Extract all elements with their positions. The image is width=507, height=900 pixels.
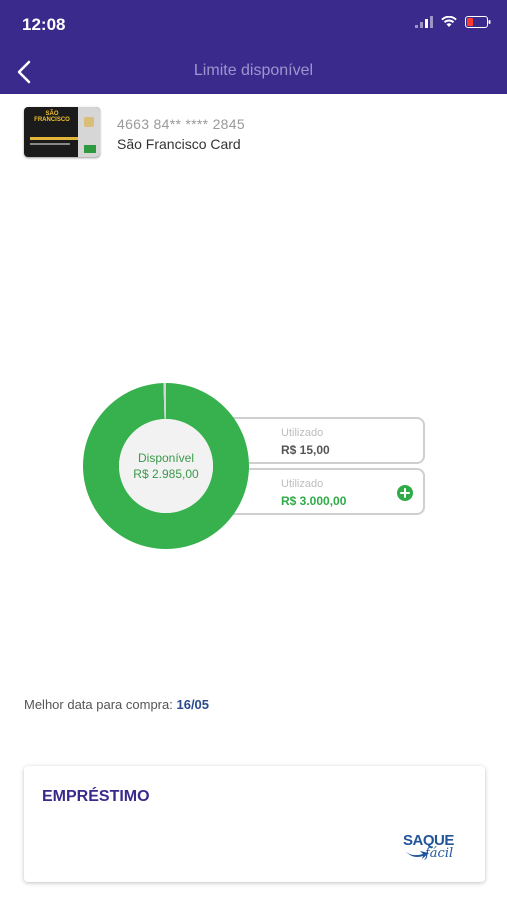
used-value: R$ 15,00 xyxy=(281,443,330,457)
signal-icon xyxy=(415,16,433,28)
loan-title: EMPRÉSTIMO xyxy=(42,788,150,805)
best-date-value: 16/05 xyxy=(176,697,210,712)
increase-limit-button[interactable] xyxy=(397,485,413,501)
card-brand-text: SÃO FRANCISCO xyxy=(34,111,70,123)
card-summary: SÃO FRANCISCO 4663 84** **** 2845 São Fr… xyxy=(24,107,484,159)
donut-center: Disponível R$ 2.985,00 xyxy=(119,419,213,513)
card-name: São Francisco Card xyxy=(117,136,241,152)
status-icons xyxy=(415,16,491,28)
plus-icon xyxy=(400,488,410,498)
loan-card[interactable]: EMPRÉSTIMO SAQUE fácil xyxy=(24,766,485,882)
best-purchase-date: Melhor data para compra: 16/05 xyxy=(24,697,209,712)
total-limit-box: Utilizado R$ 3.000,00 xyxy=(233,468,425,515)
available-label: Disponível xyxy=(137,451,195,465)
saque-facil-logo: SAQUE fácil xyxy=(401,832,463,868)
status-bar: 12:08 xyxy=(0,0,507,50)
total-value: R$ 3.000,00 xyxy=(281,494,347,508)
limit-donut-chart: Disponível R$ 2.985,00 xyxy=(83,383,250,549)
used-label: Utilizado xyxy=(281,427,324,439)
card-image: SÃO FRANCISCO xyxy=(24,107,100,157)
best-date-label: Melhor data para compra: xyxy=(24,697,173,712)
logo-text-facil: fácil xyxy=(425,846,454,861)
card-number: 4663 84** **** 2845 xyxy=(117,116,245,132)
battery-icon xyxy=(465,16,491,28)
wifi-icon xyxy=(441,16,457,27)
available-value: R$ 2.985,00 xyxy=(133,467,199,481)
used-limit-box: Utilizado R$ 15,00 xyxy=(233,417,425,464)
nav-bar: Limite disponível xyxy=(0,50,507,94)
status-time: 12:08 xyxy=(22,15,66,34)
page-title: Limite disponível xyxy=(193,62,314,79)
total-label: Utilizado xyxy=(281,478,324,490)
